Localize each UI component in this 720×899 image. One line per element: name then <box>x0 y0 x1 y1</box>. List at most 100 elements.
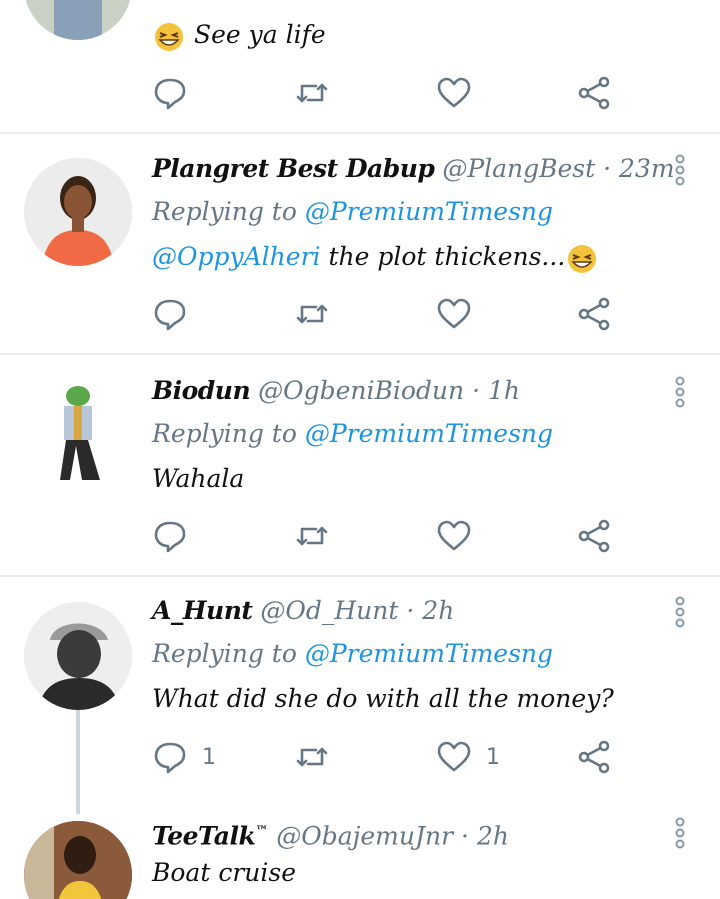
more-vertical-icon <box>675 376 685 408</box>
more-options-button[interactable] <box>672 816 688 850</box>
grinning-squinting-face-icon <box>152 22 186 52</box>
share-button[interactable] <box>576 516 612 556</box>
like-icon <box>437 741 471 772</box>
timestamp[interactable]: 2h <box>422 596 454 625</box>
retweet-button[interactable] <box>294 737 330 777</box>
like-button[interactable] <box>436 294 472 334</box>
body-mention[interactable]: @OppyAlheri <box>152 242 321 271</box>
share-button[interactable] <box>576 73 612 113</box>
tweet-body: Wahala <box>152 464 245 493</box>
tweet-header: Biodun @OgbeniBiodun · 1h <box>152 374 520 408</box>
tweet-item[interactable]: See ya life <box>0 0 720 132</box>
tweet-feed: See ya life Plangret Best Dabup @PlangBe… <box>0 0 720 899</box>
like-icon <box>437 298 471 329</box>
reply-icon <box>154 521 186 553</box>
tweet-body: See ya life <box>193 20 326 49</box>
more-vertical-icon <box>675 596 685 628</box>
retweet-button[interactable] <box>294 73 330 113</box>
divider <box>0 353 720 355</box>
tweet-item[interactable]: TeeTalk™ @ObajemuJnr · 2h Boat cruise <box>0 815 720 899</box>
retweet-icon <box>296 526 328 546</box>
tweet-header: Plangret Best Dabup @PlangBest · 23m <box>152 152 675 186</box>
reply-icon <box>154 299 186 331</box>
display-name[interactable]: Plangret Best Dabup <box>152 154 435 183</box>
share-button[interactable] <box>576 294 612 334</box>
retweet-icon <box>296 304 328 324</box>
like-count: 1 <box>486 744 500 770</box>
replying-to-line: Replying to @PremiumTimesng <box>152 637 553 671</box>
tweet-header: A_Hunt @Od_Hunt · 2h <box>152 594 454 628</box>
tweet-actions <box>152 516 622 556</box>
thread-connector <box>76 708 80 814</box>
separator-dot: · <box>406 596 415 625</box>
tweet-actions <box>152 73 622 113</box>
share-icon <box>578 740 610 774</box>
timestamp[interactable]: 23m <box>619 154 675 183</box>
user-handle[interactable]: @OgbeniBiodun <box>258 376 464 405</box>
avatar[interactable] <box>24 158 132 266</box>
reply-button[interactable] <box>152 73 188 113</box>
replying-to-mention[interactable]: @PremiumTimesng <box>305 197 553 226</box>
reply-count: 1 <box>202 744 216 770</box>
tweet-item[interactable]: A_Hunt @Od_Hunt · 2h Replying to @Premiu… <box>0 594 720 814</box>
tweet-text: Boat cruise <box>152 856 296 890</box>
reply-button[interactable] <box>152 516 188 556</box>
timestamp[interactable]: 1h <box>488 376 520 405</box>
display-name[interactable]: Biodun <box>152 376 251 405</box>
reply-button[interactable] <box>152 294 188 334</box>
display-name[interactable]: TeeTalk <box>152 821 256 850</box>
tweet-text: What did she do with all the money? <box>152 682 614 716</box>
like-icon <box>437 77 471 108</box>
user-handle[interactable]: @PlangBest <box>442 154 595 183</box>
more-options-button[interactable] <box>672 595 688 629</box>
retweet-button[interactable] <box>294 516 330 556</box>
retweet-icon <box>296 747 328 767</box>
tweet-text: Wahala <box>152 462 244 496</box>
avatar[interactable] <box>24 0 132 40</box>
tweet-actions: 1 1 <box>152 737 622 777</box>
share-icon <box>578 519 610 553</box>
share-button[interactable] <box>576 737 612 777</box>
more-vertical-icon <box>675 817 685 849</box>
like-icon <box>437 520 471 551</box>
avatar[interactable] <box>24 602 132 710</box>
user-handle[interactable]: @ObajemuJnr <box>276 821 453 850</box>
divider <box>0 575 720 577</box>
reply-button[interactable]: 1 <box>152 737 216 777</box>
tweet-text: See ya life <box>152 18 326 52</box>
reply-icon <box>154 742 186 774</box>
avatar[interactable] <box>24 821 132 899</box>
timestamp[interactable]: 2h <box>477 821 509 850</box>
tweet-item[interactable]: Biodun @OgbeniBiodun · 1h Replying to @P… <box>0 374 720 574</box>
display-name[interactable]: A_Hunt <box>152 596 253 625</box>
retweet-button[interactable] <box>294 294 330 334</box>
separator-dot: · <box>472 376 481 405</box>
like-button[interactable]: 1 <box>436 737 500 777</box>
tweet-body: the plot thickens... <box>328 242 566 271</box>
replying-to-label: Replying to <box>152 639 297 668</box>
like-button[interactable] <box>436 516 472 556</box>
separator-dot: · <box>461 821 469 851</box>
tweet-body: Boat cruise <box>152 858 296 887</box>
tweet-actions <box>152 294 622 334</box>
like-button[interactable] <box>436 73 472 113</box>
replying-to-line: Replying to @PremiumTimesng <box>152 417 553 451</box>
tweet-header: TeeTalk™ @ObajemuJnr · 2h <box>152 815 509 853</box>
more-options-button[interactable] <box>672 375 688 409</box>
separator-dot: · <box>603 154 612 183</box>
replying-to-label: Replying to <box>152 419 297 448</box>
tweet-body: What did she do with all the money? <box>152 684 614 713</box>
share-icon <box>578 297 610 331</box>
tweet-item[interactable]: Plangret Best Dabup @PlangBest · 23m Rep… <box>0 152 720 352</box>
tweet-text: @OppyAlheri the plot thickens... <box>152 240 599 274</box>
name-suffix: ™ <box>255 824 269 839</box>
avatar[interactable] <box>24 380 132 488</box>
user-handle[interactable]: @Od_Hunt <box>260 596 398 625</box>
share-icon <box>578 76 610 110</box>
replying-to-mention[interactable]: @PremiumTimesng <box>305 419 553 448</box>
more-options-button[interactable] <box>672 153 688 187</box>
replying-to-mention[interactable]: @PremiumTimesng <box>305 639 553 668</box>
replying-to-label: Replying to <box>152 197 297 226</box>
reply-icon <box>154 78 186 110</box>
replying-to-line: Replying to @PremiumTimesng <box>152 195 553 229</box>
